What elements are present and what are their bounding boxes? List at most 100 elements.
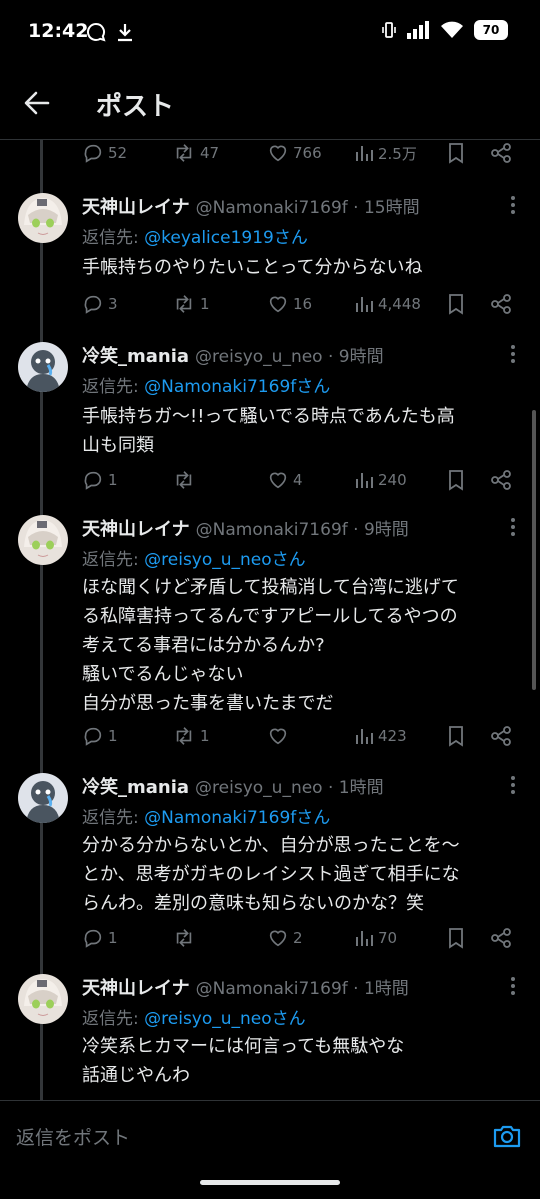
reply-button[interactable]: 1 bbox=[82, 722, 118, 750]
reply-to: 返信先: @Namonaki7169fさん bbox=[82, 803, 330, 828]
reply-input[interactable]: 返信をポスト bbox=[16, 1123, 130, 1150]
tweet[interactable]: 天神山レイナ @Namonaki7169f · 15時間 返信先: @keyal… bbox=[0, 193, 540, 333]
display-name[interactable]: 冷笑_mania bbox=[82, 773, 189, 799]
display-name[interactable]: 天神山レイナ bbox=[82, 974, 190, 1000]
avatar[interactable] bbox=[18, 773, 68, 823]
more-icon[interactable] bbox=[508, 515, 518, 539]
reply-to-label: 返信先: bbox=[82, 377, 145, 397]
views-button[interactable]: 2.5万 bbox=[354, 139, 417, 167]
repost-button[interactable] bbox=[172, 924, 200, 952]
reply-button[interactable]: 52 bbox=[82, 139, 127, 167]
reply-count: 1 bbox=[108, 727, 118, 745]
like-button[interactable]: 766 bbox=[267, 139, 322, 167]
bookmark-button[interactable] bbox=[446, 290, 466, 318]
tweet-text: 手帳持ちガ〜!!って騒いでる時点であんたも高 山も同類 bbox=[82, 406, 455, 456]
bookmark-icon bbox=[449, 726, 463, 747]
tweet-header: 天神山レイナ @Namonaki7169f · 9時間 bbox=[82, 515, 409, 541]
tweet[interactable]: 天神山レイナ @Namonaki7169f · 1時間 返信先: @reisyo… bbox=[0, 974, 540, 1094]
tweet[interactable]: 冷笑_mania @reisyo_u_neo · 1時間 返信先: @Namon… bbox=[0, 773, 540, 968]
reply-to: 返信先: @keyalice1919さん bbox=[82, 223, 308, 248]
more-icon[interactable] bbox=[508, 193, 518, 217]
reply-to-mention[interactable]: @Namonaki7169fさん bbox=[144, 808, 330, 828]
like-button[interactable]: 2 bbox=[267, 924, 303, 952]
reply-to-mention[interactable]: @Namonaki7169fさん bbox=[144, 377, 330, 397]
wifi-icon bbox=[441, 21, 463, 38]
repost-button[interactable]: 1 bbox=[172, 722, 210, 750]
repost-button[interactable]: 47 bbox=[172, 139, 219, 167]
reply-to-mention[interactable]: @keyalice1919さん bbox=[144, 228, 308, 248]
reply-button[interactable]: 1 bbox=[82, 924, 118, 952]
like-button[interactable] bbox=[267, 722, 293, 750]
more-icon[interactable] bbox=[508, 773, 518, 797]
share-button[interactable] bbox=[490, 466, 512, 494]
handle-and-time: @Namonaki7169f · 1時間 bbox=[195, 979, 409, 999]
status-time: 12:42 bbox=[28, 20, 89, 42]
views-icon bbox=[356, 146, 373, 161]
share-button[interactable] bbox=[490, 139, 512, 167]
views-button[interactable]: 4,448 bbox=[354, 290, 421, 318]
bookmark-button[interactable] bbox=[446, 139, 466, 167]
reply-icon bbox=[84, 471, 102, 490]
display-name[interactable]: 冷笑_mania bbox=[82, 342, 189, 368]
repost-icon bbox=[176, 295, 192, 313]
reply-to-label: 返信先: bbox=[82, 808, 145, 828]
heart-icon bbox=[269, 930, 287, 947]
download-icon bbox=[118, 24, 132, 42]
avatar[interactable] bbox=[18, 974, 68, 1024]
more-icon[interactable] bbox=[508, 974, 518, 998]
views-count: 240 bbox=[378, 471, 407, 489]
camera-icon[interactable] bbox=[492, 1121, 522, 1151]
share-icon bbox=[491, 470, 511, 490]
reply-to-mention[interactable]: @reisyo_u_neoさん bbox=[144, 1009, 306, 1029]
bookmark-button[interactable] bbox=[446, 722, 466, 750]
share-button[interactable] bbox=[490, 722, 512, 750]
like-button[interactable]: 4 bbox=[267, 466, 303, 494]
views-icon bbox=[356, 729, 373, 744]
display-name[interactable]: 天神山レイナ bbox=[82, 515, 190, 541]
repost-count: 1 bbox=[200, 295, 210, 313]
handle-and-time: @Namonaki7169f · 9時間 bbox=[195, 520, 409, 540]
handle-and-time: @Namonaki7169f · 15時間 bbox=[195, 198, 420, 218]
bookmark-button[interactable] bbox=[446, 466, 466, 494]
views-count: 4,448 bbox=[378, 295, 421, 313]
repost-icon bbox=[176, 727, 192, 745]
reply-to: 返信先: @Namonaki7169fさん bbox=[82, 372, 330, 397]
bookmark-icon bbox=[449, 470, 463, 491]
repost-button[interactable] bbox=[172, 466, 200, 494]
views-button[interactable]: 240 bbox=[354, 466, 407, 494]
tweet-header: 天神山レイナ @Namonaki7169f · 15時間 bbox=[82, 193, 420, 219]
avatar[interactable] bbox=[18, 515, 68, 565]
tweet[interactable]: 天神山レイナ @Namonaki7169f · 9時間 返信先: @reisyo… bbox=[0, 515, 540, 765]
avatar[interactable] bbox=[18, 342, 68, 392]
status-bar: 12:42 70 bbox=[0, 0, 540, 66]
tweet-text: 冷笑系ヒカマーには何言っても無駄やな 話通じやんわ bbox=[82, 1036, 405, 1086]
display-name[interactable]: 天神山レイナ bbox=[82, 193, 190, 219]
repost-button[interactable]: 1 bbox=[172, 290, 210, 318]
tweet-text: ほな聞くけど矛盾して投稿消して台湾に逃げて る私障害持ってるんですアピールしてる… bbox=[82, 577, 459, 714]
reply-count: 1 bbox=[108, 929, 118, 947]
reply-button[interactable]: 3 bbox=[82, 290, 118, 318]
tweet[interactable]: 冷笑_mania @reisyo_u_neo · 9時間 返信先: @Namon… bbox=[0, 342, 540, 507]
handle-and-time: @reisyo_u_neo · 9時間 bbox=[195, 347, 384, 367]
back-arrow-icon bbox=[24, 91, 50, 115]
tweet-action-row: 1 2 70 bbox=[82, 924, 522, 952]
avatar[interactable] bbox=[18, 193, 68, 243]
views-count: 423 bbox=[378, 727, 407, 745]
share-button[interactable] bbox=[490, 924, 512, 952]
parent-action-row: 52 47 766 2.5万 bbox=[82, 139, 522, 167]
home-indicator[interactable] bbox=[200, 1180, 340, 1185]
more-icon[interactable] bbox=[508, 342, 518, 366]
heart-icon bbox=[269, 728, 287, 745]
back-button[interactable] bbox=[20, 86, 54, 120]
bookmark-icon bbox=[449, 143, 463, 164]
bookmark-button[interactable] bbox=[446, 924, 466, 952]
views-count: 2.5万 bbox=[378, 144, 417, 163]
views-button[interactable]: 70 bbox=[354, 924, 397, 952]
reply-to-mention[interactable]: @reisyo_u_neoさん bbox=[144, 550, 306, 570]
tweet-header: 冷笑_mania @reisyo_u_neo · 1時間 bbox=[82, 773, 384, 799]
reply-button[interactable]: 1 bbox=[82, 466, 118, 494]
share-button[interactable] bbox=[490, 290, 512, 318]
like-button[interactable]: 16 bbox=[267, 290, 312, 318]
views-button[interactable]: 423 bbox=[354, 722, 407, 750]
page-title: ポスト bbox=[96, 92, 175, 122]
